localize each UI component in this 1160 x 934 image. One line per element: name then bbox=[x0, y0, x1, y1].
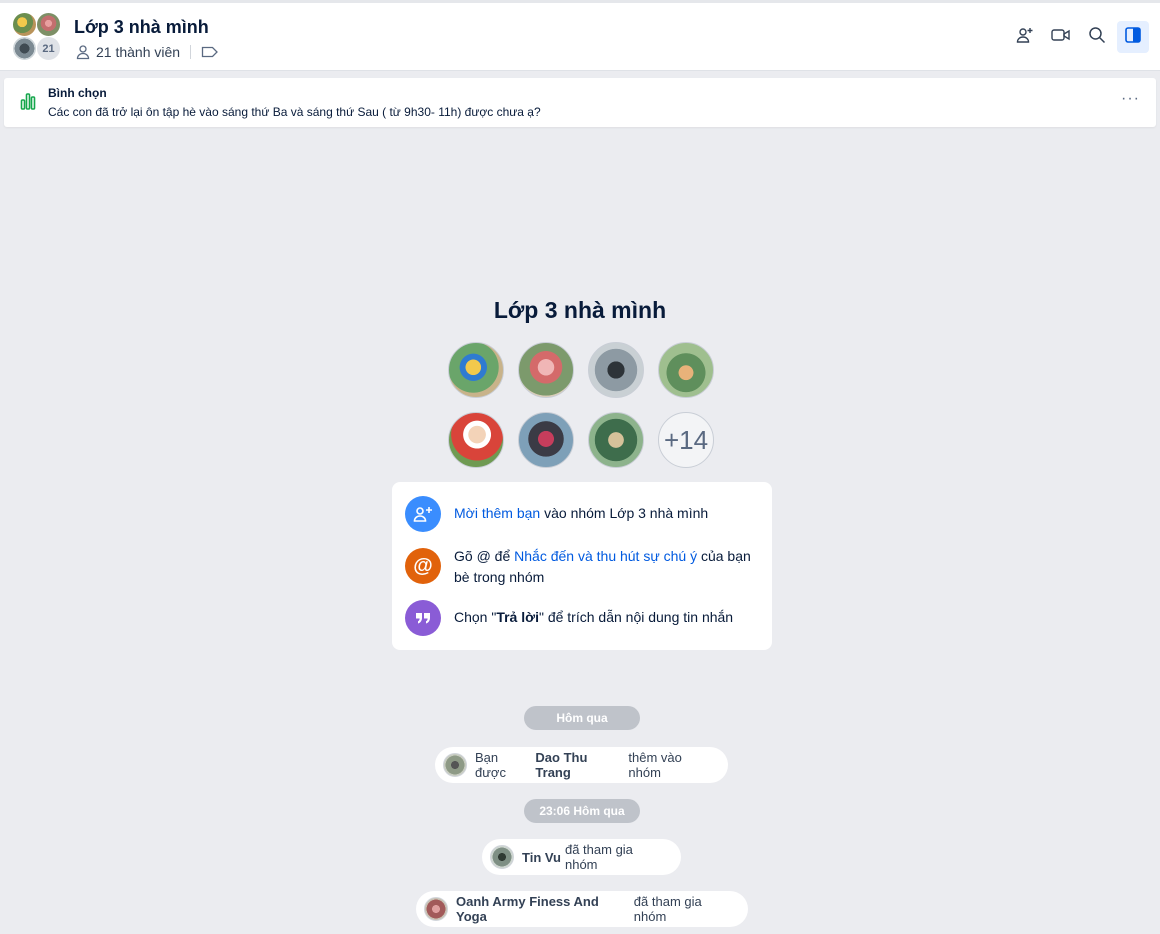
mention-icon: @ bbox=[405, 548, 441, 584]
system-message-prefix: Bạn được bbox=[475, 750, 506, 780]
member-count[interactable]: 21 thành viên bbox=[96, 44, 180, 60]
tip-mention-text: Gõ @ để Nhắc đến và thu hút sự chú ý của… bbox=[454, 546, 759, 588]
poll-chart-icon bbox=[20, 92, 36, 115]
time-divider: 23:06 Hôm qua bbox=[524, 799, 640, 823]
avatar[interactable] bbox=[424, 897, 448, 921]
system-message: Tin Vu đã tham gia nhóm bbox=[482, 839, 681, 875]
invite-friends-icon bbox=[405, 496, 441, 532]
video-call-button[interactable] bbox=[1045, 21, 1077, 53]
poll-more-button[interactable]: ··· bbox=[1121, 90, 1140, 108]
search-button[interactable] bbox=[1081, 21, 1113, 53]
quote-icon bbox=[405, 600, 441, 636]
system-message: Bạn được Dao Thu Trang thêm vào nhóm bbox=[435, 747, 728, 783]
tip-mention: @ Gõ @ để Nhắc đến và thu hút sự chú ý c… bbox=[405, 548, 759, 588]
search-icon bbox=[1087, 25, 1107, 50]
system-message-text: đã tham gia nhóm bbox=[564, 842, 633, 872]
date-divider: Hôm qua bbox=[524, 706, 640, 730]
system-message-text: đã tham gia nhóm bbox=[633, 894, 702, 924]
person-icon bbox=[75, 44, 91, 60]
chat-header: 21 Lớp 3 nhà mình 21 thành viên bbox=[0, 3, 1160, 71]
tip-invite-text: Mời thêm bạn vào nhóm Lớp 3 nhà mình bbox=[454, 503, 759, 524]
add-member-button[interactable] bbox=[1009, 21, 1041, 53]
member-avatar[interactable] bbox=[588, 412, 644, 468]
avatar[interactable] bbox=[490, 845, 514, 869]
intro-group-name: Lớp 3 nhà mình bbox=[493, 297, 667, 323]
sidebar-toggle-icon bbox=[1123, 25, 1143, 50]
tip-invite-rest: vào nhóm Lớp 3 nhà mình bbox=[540, 505, 709, 521]
meta-divider bbox=[190, 45, 192, 59]
system-message-text: thêm vào nhóm bbox=[628, 750, 682, 780]
tip-invite: Mời thêm bạn vào nhóm Lớp 3 nhà mình bbox=[405, 496, 759, 532]
group-avatar-count: 21 bbox=[36, 36, 61, 61]
tip-reply-text: Chọn "Trả lời" để trích dẫn nội dung tin… bbox=[454, 607, 759, 628]
user-name[interactable]: Dao Thu Trang bbox=[535, 750, 624, 780]
tip-reply: Chọn "Trả lời" để trích dẫn nội dung tin… bbox=[405, 600, 759, 636]
member-avatar[interactable] bbox=[518, 342, 574, 398]
user-name[interactable]: Oanh Army Finess And Yoga bbox=[456, 894, 630, 924]
avatar[interactable] bbox=[443, 753, 467, 777]
poll-title: Bình chọn bbox=[48, 86, 107, 100]
tip-mention-pre: Gõ @ để bbox=[454, 548, 515, 564]
poll-question: Các con đã trở lại ôn tập hè vào sáng th… bbox=[48, 105, 541, 119]
invite-friends-link[interactable]: Mời thêm bạn bbox=[454, 505, 540, 521]
chat-title[interactable]: Lớp 3 nhà mình bbox=[74, 17, 209, 38]
tip-reply-bold: Trả lời bbox=[496, 609, 539, 625]
pinned-poll[interactable]: Bình chọn Các con đã trở lại ôn tập hè v… bbox=[4, 78, 1156, 127]
header-actions bbox=[1009, 21, 1149, 53]
sidebar-toggle-button[interactable] bbox=[1117, 21, 1149, 53]
tag-icon[interactable] bbox=[201, 45, 219, 59]
member-avatar[interactable] bbox=[588, 342, 644, 398]
more-members-button[interactable]: +14 bbox=[658, 412, 714, 468]
video-call-icon bbox=[1050, 25, 1072, 50]
group-avatar-photo-2 bbox=[36, 12, 61, 37]
group-avatar-photo-3 bbox=[12, 36, 37, 61]
chat-meta: 21 thành viên bbox=[75, 44, 224, 60]
tips-card: Mời thêm bạn vào nhóm Lớp 3 nhà mình @ G… bbox=[392, 482, 772, 650]
group-avatar-photo-1 bbox=[12, 12, 37, 37]
system-message: Oanh Army Finess And Yoga đã tham gia nh… bbox=[416, 891, 748, 927]
group-avatar[interactable]: 21 bbox=[12, 12, 64, 64]
member-avatar[interactable] bbox=[518, 412, 574, 468]
mention-link[interactable]: Nhắc đến và thu hút sự chú ý bbox=[514, 548, 697, 564]
tip-reply-pre: Chọn " bbox=[454, 609, 497, 625]
user-name[interactable]: Tin Vu bbox=[522, 850, 561, 865]
add-member-icon bbox=[1015, 25, 1035, 50]
member-avatar[interactable] bbox=[658, 342, 714, 398]
member-avatar[interactable] bbox=[448, 342, 504, 398]
member-avatar[interactable] bbox=[448, 412, 504, 468]
tip-reply-rest: " để trích dẫn nội dung tin nhắn bbox=[538, 609, 734, 625]
